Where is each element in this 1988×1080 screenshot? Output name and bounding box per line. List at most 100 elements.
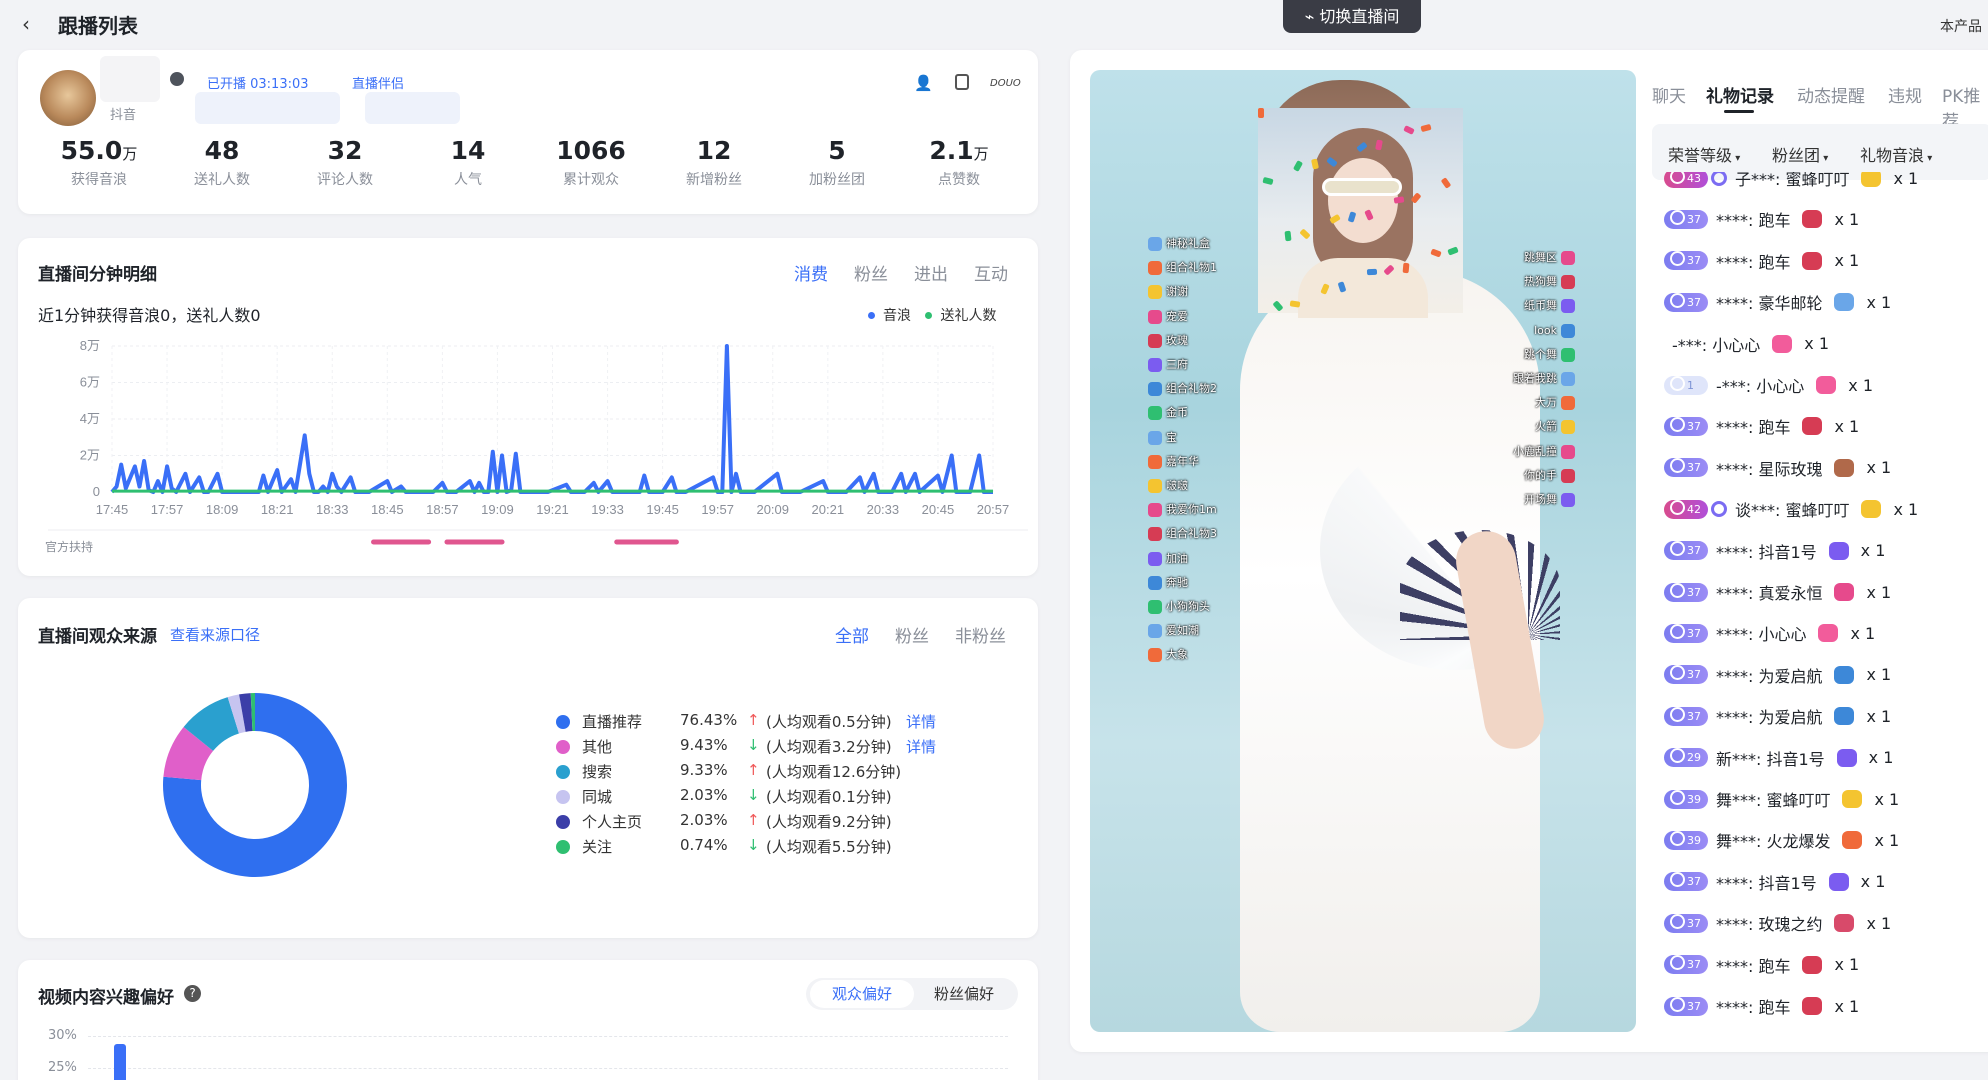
gift-icon: [1816, 376, 1837, 394]
gift-user-text: ****: 跑车: [1716, 252, 1791, 272]
gift-record-row: 37 ****: 抖音1号 x 1: [1664, 870, 1885, 898]
gift-icon: [1802, 251, 1823, 270]
douyin-logo-icon[interactable]: DOUO: [990, 78, 1021, 89]
gift-icon: [1828, 872, 1849, 891]
fan-club-filter[interactable]: 粉丝团 ▾: [1772, 142, 1828, 166]
info-icon[interactable]: [170, 72, 184, 86]
top-right-text: 本产品: [1940, 19, 1982, 35]
gift-count: x 1: [1866, 913, 1892, 933]
stat-value: 1066: [556, 136, 626, 165]
gift-count: x 1: [1868, 748, 1894, 768]
fan-club-ring-icon: [1711, 172, 1727, 186]
stat-value: 5: [828, 136, 846, 165]
gift-count: x 1: [1848, 375, 1873, 395]
gift-record-row: 37 ****: 小心心 x 1: [1664, 621, 1875, 649]
gift-record-row: 37 ****: 跑车 x 1: [1664, 207, 1859, 235]
tab-chat[interactable]: 聊天: [1652, 82, 1686, 107]
fan-club-ring-icon: [1711, 501, 1727, 518]
level-badge: 37: [1664, 458, 1708, 478]
gift-user-text: ****: 豪华邮轮: [1716, 294, 1823, 314]
gift-count: x 1: [1866, 706, 1892, 726]
back-icon[interactable]: ‹: [22, 12, 30, 36]
gift-count: x 1: [1834, 996, 1860, 1016]
gift-count: x 1: [1874, 830, 1900, 850]
companion-tag: 直播伴侣: [352, 77, 405, 92]
gift-icon: [1818, 624, 1839, 643]
gift-icon: [1861, 500, 1882, 519]
gift-user-text: ****: 小心心: [1716, 625, 1807, 645]
gift-count: x 1: [1834, 209, 1860, 229]
gift-count: x 1: [1866, 582, 1892, 602]
level-badge: 39: [1664, 830, 1708, 850]
gift-record-row: 37 ****: 跑车 x 1: [1664, 414, 1859, 442]
gift-user-text: ****: 星际玫瑰: [1716, 459, 1823, 479]
switch-icon: ⌁: [1304, 7, 1320, 26]
gift-record-row: 37 ****: 跑车 x 1: [1664, 994, 1859, 1022]
gift-user-text: ****: 跑车: [1716, 418, 1791, 438]
gift-count: x 1: [1804, 334, 1829, 354]
document-icon[interactable]: [955, 74, 969, 90]
gift-icon: [1802, 955, 1823, 974]
interest-bar: [114, 1044, 126, 1080]
confetti-piece: [1403, 125, 1415, 135]
tab-dynamic[interactable]: 动态提醒: [1797, 82, 1865, 107]
gift-yinlang-filter[interactable]: 礼物音浪 ▾: [1860, 142, 1932, 166]
gift-icon: [1802, 210, 1823, 229]
level-badge: 37: [1664, 209, 1708, 229]
gift-icon: [1842, 831, 1863, 850]
gift-record-row: 29 新***: 抖音1号 x 1: [1664, 746, 1893, 774]
gift-record-row: 39 舞***: 蜜蜂叮叮 x 1: [1664, 787, 1899, 815]
gift-record-row: 37 ****: 玫瑰之约 x 1: [1664, 911, 1891, 939]
level-badge: 37: [1664, 996, 1708, 1016]
gift-icon: [1772, 334, 1793, 353]
gift-count: x 1: [1893, 499, 1919, 519]
gift-count: x 1: [1860, 872, 1886, 892]
name-blur: [100, 56, 160, 102]
gift-record-row: 37 ****: 为爱启航 x 1: [1664, 704, 1891, 732]
gift-record-row: 37 ****: 抖音1号 x 1: [1664, 539, 1885, 567]
gift-user-text: 舞***: 蜜蜂叮叮: [1716, 791, 1831, 810]
caret-down-icon: ▾: [1732, 153, 1741, 164]
level-badge: 39: [1664, 789, 1708, 809]
level-badge: 37: [1664, 665, 1708, 685]
gift-count: x 1: [1866, 458, 1892, 478]
page-title: 跟播列表: [58, 14, 138, 38]
gift-icon: [1842, 790, 1863, 808]
gift-record-row: 37 ****: 跑车 x 1: [1664, 249, 1859, 277]
switch-room-button[interactable]: ⌁ 切换直播间: [1283, 0, 1421, 33]
top-bar: ‹ 跟播列表 ⌁ 切换直播间 本产品: [0, 0, 1988, 48]
confetti-piece: [1258, 108, 1264, 118]
gift-record-row: 37 ****: 星际玫瑰 x 1: [1664, 456, 1891, 484]
gift-user-text: 谈***: 蜜蜂叮叮: [1735, 501, 1850, 521]
blur-block: [195, 92, 340, 124]
gift-user-text: 新***: 抖音1号: [1716, 749, 1825, 769]
gift-user-text: ****: 真爱永恒: [1716, 584, 1823, 603]
gift-user-text: ****: 玫瑰之约: [1716, 915, 1823, 935]
gift-icon: [1834, 583, 1855, 601]
level-badge: 37: [1664, 913, 1708, 933]
caret-down-icon: ▾: [1924, 153, 1933, 164]
person-icon[interactable]: 👤: [914, 74, 933, 92]
gift-user-text: ****: 抖音1号: [1716, 542, 1817, 562]
gift-icon: [1828, 541, 1849, 560]
honor-level-filter[interactable]: 荣誉等级 ▾: [1668, 142, 1740, 166]
gift-user-text: ****: 跑车: [1716, 956, 1791, 976]
gift-count: x 1: [1834, 251, 1860, 271]
gift-count: x 1: [1834, 955, 1860, 975]
avatar[interactable]: [40, 70, 96, 126]
tab-violation[interactable]: 违规: [1888, 82, 1922, 107]
level-badge: 43: [1664, 172, 1708, 188]
level-badge: 37: [1664, 292, 1708, 312]
stat-value: 48: [204, 136, 240, 165]
stat-value: 32: [327, 136, 363, 165]
gift-count: x 1: [1834, 416, 1860, 436]
filter-label: 荣誉等级: [1668, 146, 1733, 165]
level-badge: 37: [1664, 872, 1708, 892]
tab-gift-record[interactable]: 礼物记录: [1706, 82, 1774, 107]
gift-count: x 1: [1850, 623, 1876, 643]
gift-user-text: ****: 跑车: [1716, 998, 1791, 1017]
gift-icon: [1836, 748, 1857, 767]
level-badge: 37: [1664, 541, 1708, 561]
gift-record-row: 1 -***: 小心心 x 1: [1664, 373, 1873, 401]
gift-user-text: ****: 为爱启航: [1716, 666, 1823, 686]
